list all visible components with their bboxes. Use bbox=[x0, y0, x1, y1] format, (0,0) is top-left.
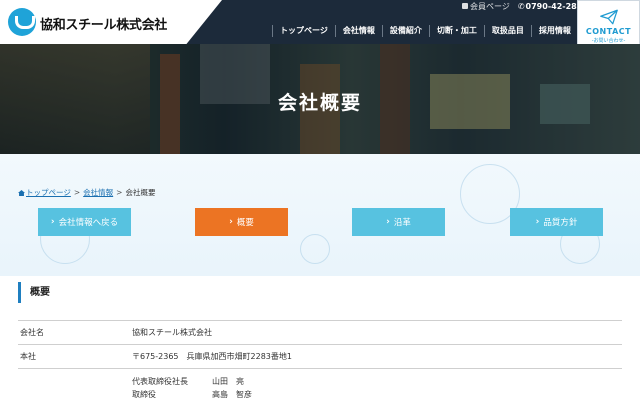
row-label: 会社名 bbox=[20, 328, 44, 337]
home-icon bbox=[18, 190, 25, 196]
officer-title: 代表取締役社長 bbox=[132, 377, 188, 386]
table-row: 代表取締役社長 山田 亮 取締役 高島 智彦 bbox=[18, 368, 622, 400]
member-page-link[interactable]: 会員ページ bbox=[462, 1, 510, 12]
chevron-right-icon: › bbox=[50, 217, 55, 227]
breadcrumb-current: 会社概要 bbox=[125, 188, 156, 197]
nav-item-top[interactable]: トップページ bbox=[272, 25, 335, 37]
nav-item-products[interactable]: 取扱品目 bbox=[483, 25, 531, 37]
subnav-quality-button[interactable]: › 品質方針 bbox=[510, 208, 603, 236]
subnav-back-button[interactable]: › 会社情報へ戻る bbox=[38, 208, 131, 236]
subnav-label: 概要 bbox=[236, 218, 254, 228]
logo-mark-icon bbox=[8, 8, 36, 36]
company-info-table: 会社名 協和スチール株式会社 本社 〒675-2365 兵庫県加西市畑町2283… bbox=[18, 320, 622, 400]
row-label: 本社 bbox=[20, 352, 36, 361]
section-title: 概要 bbox=[18, 282, 50, 303]
snowflake-icon bbox=[300, 234, 330, 264]
nav-item-company[interactable]: 会社情報 bbox=[334, 25, 382, 37]
subnav-overview-button[interactable]: › 概要 bbox=[195, 208, 288, 236]
breadcrumb-separator: > bbox=[116, 188, 123, 197]
logo-text: 協和スチール株式会社 bbox=[40, 18, 168, 33]
contact-sublabel: -お問い合わせ- bbox=[591, 38, 626, 44]
subnav-history-button[interactable]: › 沿革 bbox=[352, 208, 445, 236]
row-value: 〒675-2365 兵庫県加西市畑町2283番地1 bbox=[132, 352, 292, 361]
officer-line: 代表取締役社長 山田 亮 bbox=[132, 375, 622, 388]
phone-icon: ✆ bbox=[517, 2, 525, 11]
row-value: 代表取締役社長 山田 亮 取締役 高島 智彦 bbox=[132, 369, 622, 400]
row-label bbox=[18, 369, 132, 400]
breadcrumb-parent-link[interactable]: 会社情報 bbox=[83, 188, 113, 197]
subnav-label: 品質方針 bbox=[543, 218, 578, 228]
officer-name: 山田 亮 bbox=[212, 377, 244, 386]
member-page-label: 会員ページ bbox=[470, 2, 510, 11]
lock-icon bbox=[462, 3, 468, 9]
contact-label: CONTACT bbox=[585, 27, 632, 36]
officer-line: 取締役 高島 智彦 bbox=[132, 388, 622, 400]
global-nav: トップページ 会社情報 設備紹介 切断・加工 取扱品目 採用情報 bbox=[272, 20, 578, 42]
chevron-right-icon: › bbox=[229, 217, 233, 227]
site-header: 協和スチール株式会社 会員ページ ✆0790-42-2819 トップページ 会社… bbox=[0, 0, 640, 44]
breadcrumb-home-label: トップページ bbox=[26, 188, 71, 197]
subnav-label: 会社情報へ戻る bbox=[58, 218, 119, 228]
logo[interactable]: 協和スチール株式会社 bbox=[0, 0, 222, 44]
chevron-right-icon: › bbox=[386, 217, 390, 227]
paper-plane-icon bbox=[599, 9, 618, 25]
officer-title: 取締役 bbox=[132, 390, 156, 399]
page: 協和スチール株式会社 会員ページ ✆0790-42-2819 トップページ 会社… bbox=[0, 0, 640, 400]
nav-item-recruit[interactable]: 採用情報 bbox=[530, 25, 578, 37]
sub-navigation: › 会社情報へ戻る › 概要 › 沿革 › 品質方針 bbox=[38, 208, 603, 236]
nav-item-equipment[interactable]: 設備紹介 bbox=[381, 25, 429, 37]
officer-name: 高島 智彦 bbox=[212, 390, 252, 399]
subnav-label: 沿革 bbox=[393, 218, 411, 228]
row-value: 協和スチール株式会社 bbox=[132, 328, 212, 337]
breadcrumb-separator: > bbox=[73, 188, 81, 197]
nav-item-cutting[interactable]: 切断・加工 bbox=[428, 25, 484, 37]
breadcrumb: トップページ > 会社情報 > 会社概要 bbox=[18, 187, 155, 198]
top-links: 会員ページ ✆0790-42-2819 bbox=[462, 0, 588, 13]
table-row: 会社名 協和スチール株式会社 bbox=[18, 320, 622, 344]
table-row: 本社 〒675-2365 兵庫県加西市畑町2283番地1 bbox=[18, 344, 622, 368]
chevron-right-icon: › bbox=[535, 217, 540, 227]
page-title: 会社概要 bbox=[277, 92, 362, 114]
breadcrumb-home-link[interactable]: トップページ bbox=[18, 188, 71, 197]
hero-banner: 会社概要 bbox=[0, 44, 640, 154]
